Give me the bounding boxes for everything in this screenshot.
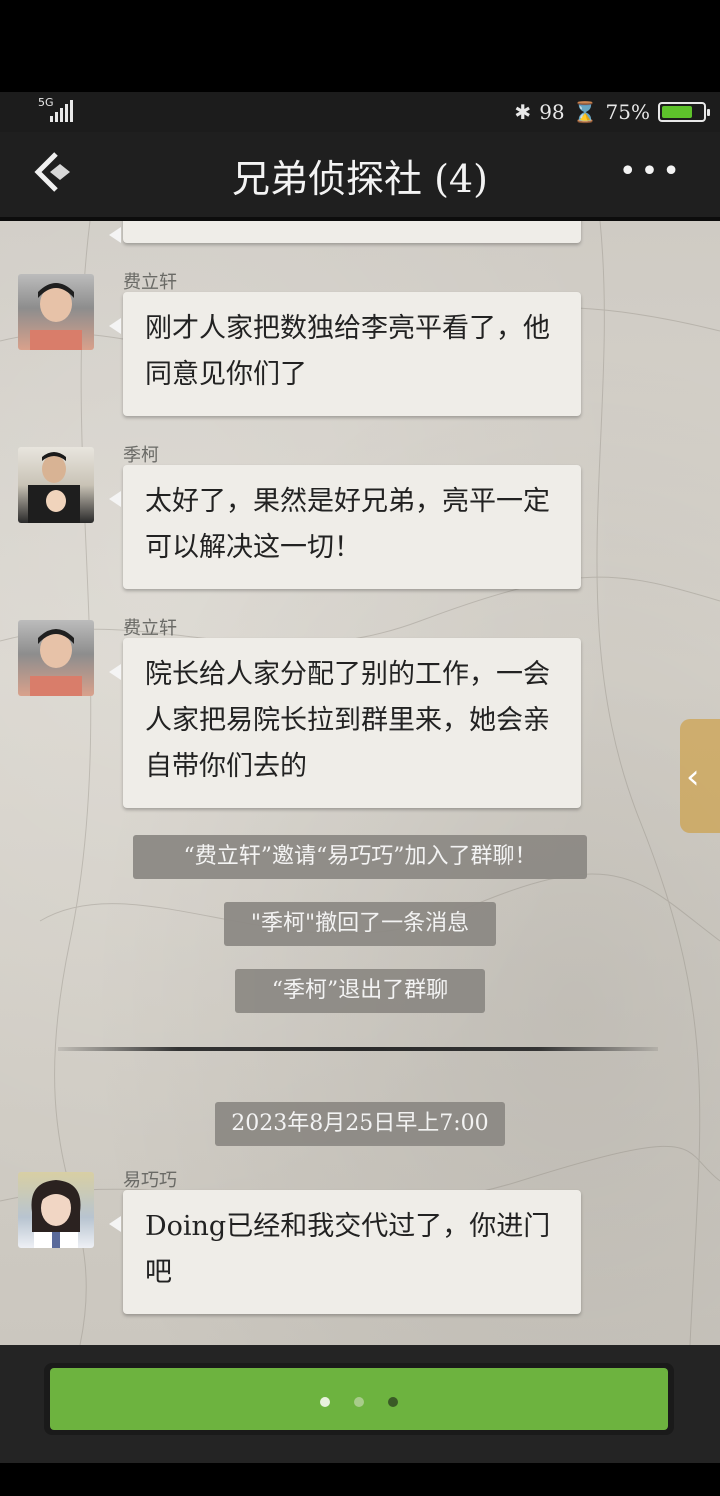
message-bubble: 太好了，果然是好兄弟，亮平一定可以解决这一切！ (109, 465, 581, 589)
side-drawer-handle[interactable]: ‹ (680, 719, 720, 833)
system-message: "季柯"撤回了一条消息 (224, 902, 496, 946)
system-message: “费立轩”邀请“易巧巧”加入了群聊！ (133, 835, 587, 879)
page-dot (354, 1397, 364, 1407)
top-black-band (0, 0, 720, 92)
bottom-black-band (0, 1463, 720, 1496)
avatar-fei-lixuan[interactable] (18, 620, 94, 696)
bottom-bar (0, 1345, 720, 1463)
sender-name: 易巧巧 (123, 1170, 177, 1191)
continue-button[interactable] (44, 1363, 674, 1435)
message-bubble: Doing已经和我交代过了，你进门吧 (109, 1190, 581, 1314)
page-dot (388, 1397, 398, 1407)
message-bubble: 刚才人家把数独给李亮平看了，他同意见你们了 (109, 292, 581, 416)
page-indicator (50, 1392, 668, 1411)
avatar-ji-ke[interactable] (18, 447, 94, 523)
sender-name: 季柯 (123, 445, 159, 466)
sender-name: 费立轩 (123, 272, 177, 293)
battery-percent: 75% (605, 100, 650, 124)
chat-title: 兄弟侦探社 (4) (232, 157, 488, 201)
status-bar: 5G ✱ 98 ⌛ 75% (0, 92, 720, 132)
previous-message-bubble (109, 221, 581, 243)
message-bubble: 院长给人家分配了别的工作，一会人家把易院长拉到群里来，她会亲自带你们去的 (109, 638, 581, 808)
chat-header: 兄弟侦探社 (4) ••• (0, 132, 720, 221)
system-message: “季柯”退出了群聊 (235, 969, 485, 1013)
sender-name: 费立轩 (123, 618, 177, 639)
signal-value: 98 (539, 100, 565, 124)
bluetooth-icon: ✱ (514, 100, 532, 124)
hourglass-icon: ⌛ (572, 100, 598, 124)
chevron-left-icon: ‹ (686, 757, 700, 797)
more-dots-icon[interactable]: ••• (619, 154, 684, 189)
signal-icon (50, 100, 76, 122)
divider (58, 1047, 658, 1051)
chat-area[interactable]: 费立轩 刚才人家把数独给李亮平看了，他同意见你们了 季柯 太好了，果然是好兄弟，… (0, 221, 720, 1345)
avatar-fei-lixuan[interactable] (18, 274, 94, 350)
timestamp: 2023年8月25日早上7:00 (215, 1102, 505, 1146)
page-dot (320, 1397, 330, 1407)
avatar-yi-qiaoqiao[interactable] (18, 1172, 94, 1248)
battery-icon (658, 102, 710, 122)
